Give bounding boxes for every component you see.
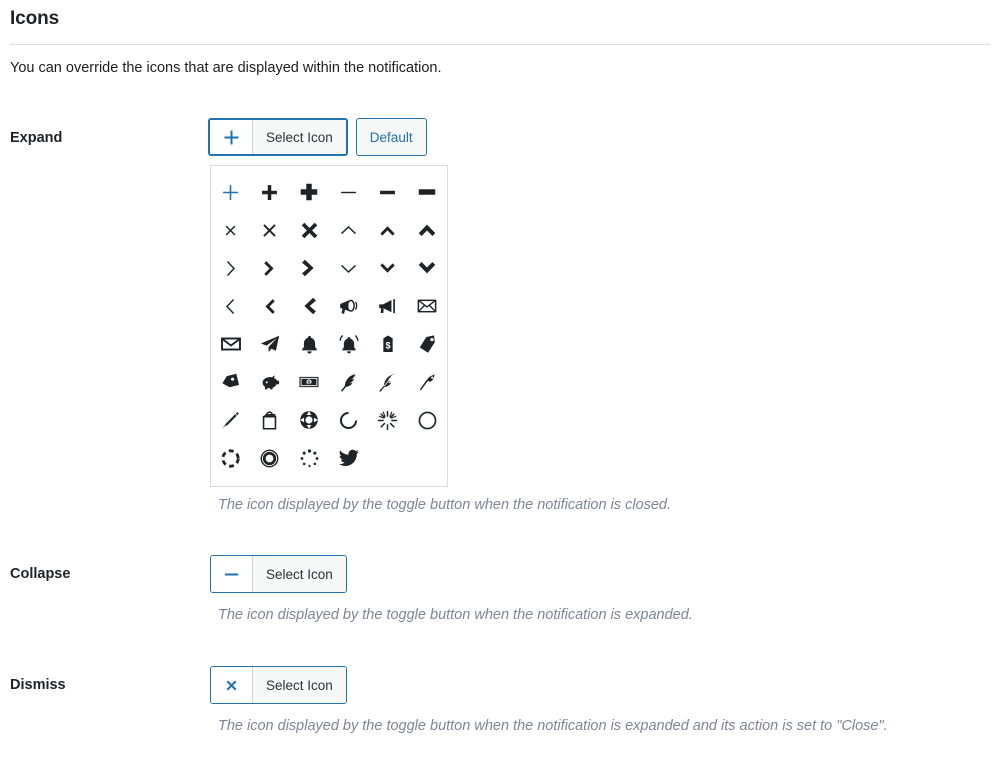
dismiss-select-icon-label: Select Icon xyxy=(253,667,346,703)
plus-icon xyxy=(210,120,253,154)
field-label-collapse: Collapse xyxy=(10,566,71,582)
section-description: You can override the icons that are disp… xyxy=(10,60,442,76)
icon-option-circle-outline[interactable] xyxy=(408,401,447,439)
field-label-dismiss: Dismiss xyxy=(10,677,66,693)
collapse-help-text: The icon displayed by the toggle button … xyxy=(218,607,693,623)
icon-option-plus-bold[interactable] xyxy=(290,173,329,211)
icon-option-bell[interactable] xyxy=(290,325,329,363)
icon-option-spinner-dashed[interactable] xyxy=(211,439,250,477)
icon-option-spinner-dotted[interactable] xyxy=(290,439,329,477)
icon-option-feather-alt[interactable] xyxy=(368,363,407,401)
icon-option-envelope[interactable] xyxy=(211,325,250,363)
icon-grid: $ $ xyxy=(211,173,447,477)
icon-option-envelope-open[interactable] xyxy=(408,287,447,325)
icon-option-twitter[interactable] xyxy=(329,439,368,477)
field-label-expand: Expand xyxy=(10,130,63,146)
icon-option-shopping-bag[interactable] xyxy=(250,401,289,439)
collapse-icon-picker-group: Select Icon xyxy=(210,555,347,593)
icon-option-tag-alt[interactable] xyxy=(211,363,250,401)
icon-option-chevron-up-thin[interactable] xyxy=(329,211,368,249)
icon-option-chevron-up-bold[interactable] xyxy=(408,211,447,249)
icon-option-chevron-left-medium[interactable] xyxy=(250,287,289,325)
icon-option-chevron-right-medium[interactable] xyxy=(250,249,289,287)
svg-text:$: $ xyxy=(385,341,390,351)
dismiss-help-text: The icon displayed by the toggle button … xyxy=(218,718,888,734)
icon-option-paper-plane[interactable] xyxy=(250,325,289,363)
dismiss-select-icon-button[interactable]: Select Icon xyxy=(210,666,347,704)
icon-option-chevron-up-medium[interactable] xyxy=(368,211,407,249)
icon-option-feather[interactable] xyxy=(329,363,368,401)
expand-icon-picker-group: Select Icon Default xyxy=(208,118,427,156)
icon-option-minus-medium[interactable] xyxy=(368,173,407,211)
icon-option-chevron-left-bold[interactable] xyxy=(290,287,329,325)
icon-grid-filler xyxy=(368,439,407,477)
icon-option-chevron-down-bold[interactable] xyxy=(408,249,447,287)
icon-option-bullhorn[interactable] xyxy=(368,287,407,325)
icon-option-bell-ringing[interactable] xyxy=(329,325,368,363)
icon-option-money-bill[interactable]: $ xyxy=(290,363,329,401)
icon-grid-filler xyxy=(408,439,447,477)
icon-option-times-thin[interactable] xyxy=(211,211,250,249)
title-divider xyxy=(10,44,990,45)
page-title: Icons xyxy=(10,8,60,29)
expand-select-icon-button[interactable]: Select Icon xyxy=(208,118,348,156)
icon-picker-dropdown[interactable]: $ $ xyxy=(210,165,448,487)
icon-option-price-tag-dollar[interactable]: $ xyxy=(368,325,407,363)
icon-option-minus-thin[interactable] xyxy=(329,173,368,211)
collapse-select-icon-label: Select Icon xyxy=(253,556,346,592)
icon-option-pen-nib[interactable] xyxy=(408,363,447,401)
icon-option-minus-bold[interactable] xyxy=(408,173,447,211)
icon-option-pencil[interactable] xyxy=(211,401,250,439)
minus-icon xyxy=(211,556,253,592)
icon-option-piggy-bank[interactable] xyxy=(250,363,289,401)
icon-option-life-ring[interactable] xyxy=(290,401,329,439)
icon-option-chevron-left-thin[interactable] xyxy=(211,287,250,325)
collapse-select-icon-button[interactable]: Select Icon xyxy=(210,555,347,593)
icon-option-times-bold[interactable] xyxy=(290,211,329,249)
icon-option-spinner-notch[interactable] xyxy=(329,401,368,439)
icon-option-chevron-right-bold[interactable] xyxy=(290,249,329,287)
icon-option-plus-thin[interactable] xyxy=(211,173,250,211)
expand-select-icon-label: Select Icon xyxy=(253,120,346,154)
icon-option-chevron-right-thin[interactable] xyxy=(211,249,250,287)
icon-option-megaphone[interactable] xyxy=(329,287,368,325)
expand-help-text: The icon displayed by the toggle button … xyxy=(218,497,672,513)
times-icon xyxy=(211,667,253,703)
icon-option-donut-ring[interactable] xyxy=(250,439,289,477)
dismiss-icon-picker-group: Select Icon xyxy=(210,666,347,704)
icon-option-times-medium[interactable] xyxy=(250,211,289,249)
icon-option-chevron-down-thin[interactable] xyxy=(329,249,368,287)
expand-default-button[interactable]: Default xyxy=(355,118,427,156)
icon-option-spinner-sun[interactable] xyxy=(368,401,407,439)
icons-settings-page: Icons You can override the icons that ar… xyxy=(0,0,1000,771)
icon-option-chevron-down-medium[interactable] xyxy=(368,249,407,287)
icon-option-plus-medium[interactable] xyxy=(250,173,289,211)
icon-option-tag[interactable] xyxy=(408,325,447,363)
